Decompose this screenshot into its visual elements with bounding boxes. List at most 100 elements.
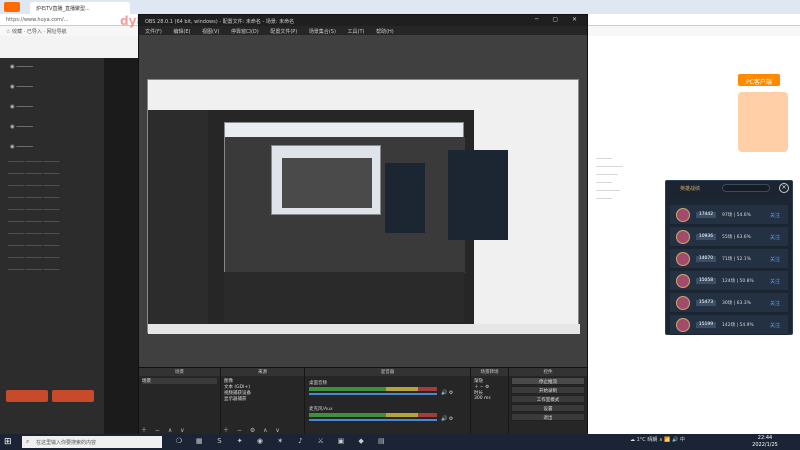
site-sidebar: ◉ ───── ◉ ───── ◉ ───── ◉ ───── ◉ ───── … [0,58,104,434]
mixer-dock: 混音器 桌面音频 🔊 ⚙ 麦克风/Aux 🔊 ⚙ [305,368,471,436]
sidebar-subitem[interactable]: ────── ────── ────── [0,230,104,242]
follow-button[interactable]: 关注 [770,256,780,263]
transitions-dock: 场景转场 渐隐 ＋ − ⚙ 时长 300 ms [471,368,509,436]
mixer-controls[interactable]: 🔊 ⚙ [441,416,453,422]
sources-dock: 来源 图像 文本 (GDI+) 视频捕获设备 显示器捕获 ＋ − ⚙ ∧ ∨ [221,368,305,436]
scenes-toolbar[interactable]: ＋ − ∧ ∨ [141,425,188,434]
sidebar-subitem[interactable]: ────── ────── ────── [0,182,104,194]
controls-dock-title: 控件 [509,368,587,376]
obs-menubar: 文件(F) 编辑(E) 视图(V) 停靠窗口(D) 配置文件(P) 场景集合(S… [139,26,587,35]
preview-obs-3 [282,158,372,208]
sidebar-subitem[interactable]: ────── ────── ────── [0,242,104,254]
sidebar-subitem[interactable]: ────── ────── ────── [0,266,104,278]
duration-input[interactable]: 300 ms [474,396,505,402]
transitions-content: 渐隐 ＋ − ⚙ 时长 300 ms [471,376,508,404]
chat-text: ────── ────────── ──────── ────── ───────── ─… [596,157,624,202]
hero-row: 15058 124场 | 50.8% 关注 [670,271,788,291]
obs-window: OBS 28.0.1 (64 bit, windows) - 配置文件: 未命名… [138,14,588,436]
close-icon[interactable]: ✕ [779,183,789,193]
hero-id: 15058 [696,278,716,284]
preview-capture-layer-3 [271,145,381,215]
follow-button[interactable]: 关注 [770,278,780,285]
sidebar-item[interactable]: ◉ ───── [0,58,104,78]
obs-icon[interactable]: ◉ [251,437,269,445]
source-item[interactable]: 显示器捕获 [224,396,301,402]
hero-row: 17442 97场 | 54.6% 关注 [670,205,788,225]
sidebar-button[interactable] [52,390,94,402]
system-tray[interactable]: ☁ 1°C 晴朗 ∧ 📶 🔊 中 [630,436,685,443]
window-controls[interactable]: ─ ▢ ✕ [535,16,583,23]
hero-avatar [676,230,690,244]
volume-slider[interactable] [309,419,437,421]
sidebar-item[interactable]: ◉ ───── [0,138,104,158]
app-icon[interactable]: ◆ [352,437,370,445]
sidebar-buttons [6,390,98,404]
preview-capture-layer-1 [147,79,580,334]
browser-icon[interactable]: S [210,437,228,445]
taskbar-search-input[interactable]: 在这里输入你要搜索的内容 [22,436,162,448]
sources-toolbar[interactable]: ＋ − ⚙ ∧ ∨ [223,425,283,434]
sidebar-button[interactable] [6,390,48,402]
app-icon[interactable]: ▣ [332,437,350,445]
hero-stat: 142场 | 54.9% [722,323,754,328]
browser-tabstrip: 炉石TV直播_直播聚型... [0,0,800,14]
app-icon[interactable]: ⚔ [312,437,330,445]
taskbar-apps: ❍ ▦ S ✦ ◉ ✶ ♪ ⚔ ▣ ◆ ▤ [170,437,390,447]
preview-capture-layer-2 [224,122,465,273]
obs-title-text: OBS 28.0.1 (64 bit, windows) - 配置文件: 未命名… [145,19,295,25]
browser-tab[interactable]: 炉石TV直播_直播聚型... [30,2,130,14]
app-icon[interactable]: ▦ [190,437,208,445]
app-icon[interactable]: ♪ [291,437,309,445]
app-icon[interactable]: ✦ [231,437,249,445]
follow-button[interactable]: 关注 [770,300,780,307]
obs-titlebar: OBS 28.0.1 (64 bit, windows) - 配置文件: 未命名… [139,15,587,26]
mixer-controls[interactable]: 🔊 ⚙ [441,390,453,396]
sidebar-subitem[interactable]: ────── ────── ────── [0,158,104,170]
ad-banner[interactable] [738,92,788,152]
windows-start-icon[interactable]: ⊞ [4,437,14,447]
scenes-dock-title: 场景 [139,368,220,376]
transitions-dock-title: 场景转场 [471,368,508,376]
clock[interactable]: 22:44 2022/1/25 [740,435,790,449]
app-icon[interactable]: ✶ [271,437,289,445]
follow-button[interactable]: 关注 [770,234,780,241]
hero-id: 15473 [696,300,716,306]
preview-popup-small [448,150,508,240]
sidebar-subitem[interactable]: ────── ────── ────── [0,194,104,206]
hero-stats-popup: 英雄战绩 ✕ 17442 97场 | 54.6% 关注 10936 55场 | … [665,180,793,335]
sidebar-item[interactable]: ◉ ───── [0,118,104,138]
app-icon[interactable]: ▤ [372,437,390,445]
hero-stat: 55场 | 63.6% [722,235,751,240]
search-icon: ⌕ [26,438,30,445]
controls-dock: 控件 停止推流 开始录制 工作室模式 设置 退出 [509,368,587,436]
mixer-dock-title: 混音器 [305,368,470,376]
client-download-button[interactable]: PC客户端 [738,74,780,86]
follow-button[interactable]: 关注 [770,322,780,329]
mixer-channel-desktop: 桌面音频 🔊 ⚙ [309,380,467,402]
volume-slider[interactable] [309,393,437,395]
studio-mode-button[interactable]: 工作室模式 [511,395,585,403]
preview-taskbar [148,324,580,334]
sidebar-subitem[interactable]: ────── ────── ────── [0,170,104,182]
preview-popup-mini [385,163,425,233]
popup-search-input[interactable] [722,184,770,192]
obs-preview[interactable] [139,35,587,377]
hero-row: 14070 71场 | 52.1% 关注 [670,249,788,269]
hero-avatar [676,252,690,266]
start-recording-button[interactable]: 开始录制 [511,386,585,394]
hero-avatar [676,208,690,222]
sidebar-item[interactable]: ◉ ───── [0,78,104,98]
sidebar-item[interactable]: ◉ ───── [0,98,104,118]
settings-button[interactable]: 设置 [511,404,585,412]
exit-button[interactable]: 退出 [511,413,585,421]
follow-button[interactable]: 关注 [770,212,780,219]
sidebar-subitem[interactable]: ────── ────── ────── [0,206,104,218]
volume-meter [309,387,437,391]
sidebar-subitem[interactable]: ────── ────── ────── [0,218,104,230]
task-view-icon[interactable]: ❍ [170,437,188,445]
scene-item[interactable]: 场景 [142,378,217,384]
sidebar-subitem[interactable]: ────── ────── ────── [0,254,104,266]
hero-stat: 124场 | 50.8% [722,279,754,284]
hero-id: 10936 [696,234,716,240]
stop-streaming-button[interactable]: 停止推流 [511,377,585,385]
